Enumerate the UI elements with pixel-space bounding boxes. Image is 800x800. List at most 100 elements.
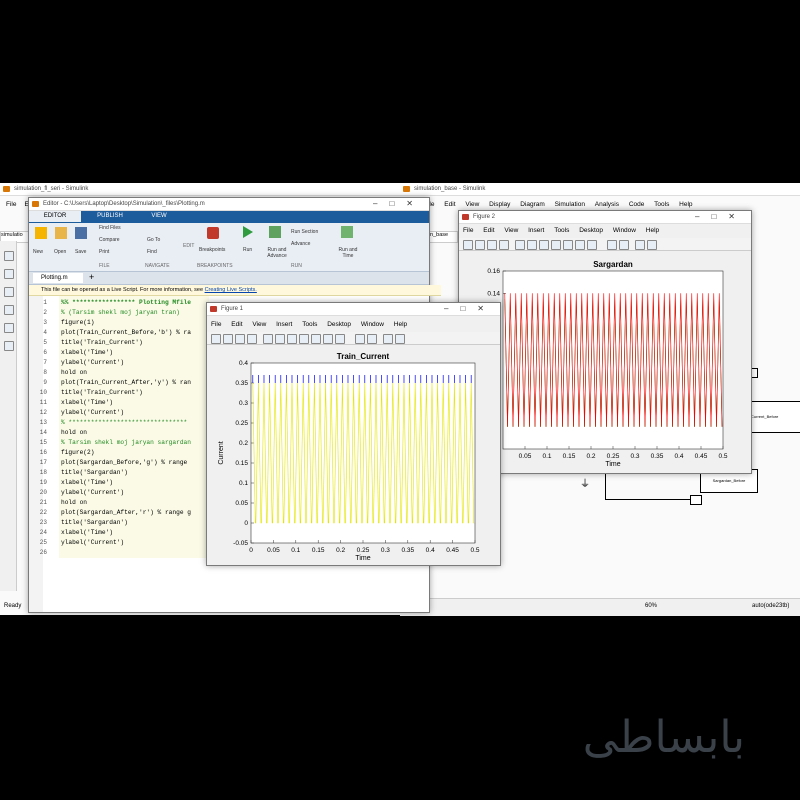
menu-help[interactable]: Help [646, 227, 659, 234]
colorbar-icon[interactable] [355, 334, 365, 344]
menu-display[interactable]: Display [489, 201, 510, 208]
chart-title: Train_Current [337, 352, 390, 361]
run-time-icon[interactable] [341, 226, 353, 238]
menu-edit[interactable]: Edit [444, 201, 455, 208]
run-time-button[interactable]: Run and Time [337, 247, 359, 259]
tab-view[interactable]: VIEW [139, 211, 179, 222]
current-before-block[interactable]: Current_Before [750, 401, 800, 433]
menu-view[interactable]: View [465, 201, 479, 208]
run-icon[interactable] [243, 226, 253, 238]
show-tools-icon[interactable] [647, 240, 657, 250]
run-advance-icon[interactable] [269, 226, 281, 238]
zoom-out-icon[interactable] [287, 334, 297, 344]
menu-window[interactable]: Window [613, 227, 636, 234]
edit-plot-icon[interactable] [515, 240, 525, 250]
info-link[interactable]: Creating Live Scripts. [205, 287, 257, 293]
x-tick-label: 0.2 [336, 547, 345, 554]
breakpoints-button[interactable]: Breakpoints [199, 247, 225, 253]
zoom-in-icon[interactable] [527, 240, 537, 250]
menu-view[interactable]: View [504, 227, 518, 234]
compare-button[interactable]: Compare [99, 237, 120, 243]
print-icon[interactable] [247, 334, 257, 344]
print-button[interactable]: Print [99, 249, 109, 255]
breakpoints-icon[interactable] [207, 227, 219, 239]
hide-tools-icon[interactable] [635, 240, 645, 250]
run-section-button[interactable]: Run Section [291, 229, 318, 235]
editor-icon [32, 201, 39, 207]
menu-analysis[interactable]: Analysis [595, 201, 619, 208]
menu-file[interactable]: File [211, 321, 221, 328]
menu-insert[interactable]: Insert [276, 321, 292, 328]
print-icon[interactable] [499, 240, 509, 250]
new-button[interactable]: New [33, 249, 43, 255]
menu-view[interactable]: View [252, 321, 266, 328]
menu-file[interactable]: File [6, 201, 16, 208]
open-button[interactable]: Open [54, 249, 66, 255]
legend-icon[interactable] [619, 240, 629, 250]
pan-icon[interactable] [551, 240, 561, 250]
find-files-button[interactable]: Find Files [99, 225, 121, 231]
data-cursor-icon[interactable] [575, 240, 585, 250]
menu-window[interactable]: Window [361, 321, 384, 328]
run-button[interactable]: Run [243, 247, 252, 253]
find-button[interactable]: Find [147, 249, 157, 255]
fit-icon[interactable] [4, 269, 14, 279]
tab-editor[interactable]: EDITOR [29, 211, 81, 222]
menu-help[interactable]: Help [679, 201, 692, 208]
hide-tools-icon[interactable] [383, 334, 393, 344]
menu-desktop[interactable]: Desktop [579, 227, 603, 234]
scope-block[interactable] [690, 495, 702, 505]
save-icon[interactable] [75, 227, 87, 239]
edit-plot-icon[interactable] [263, 334, 273, 344]
menu-insert[interactable]: Insert [528, 227, 544, 234]
open-icon[interactable] [55, 227, 67, 239]
menu-simulation[interactable]: Simulation [555, 201, 585, 208]
menu-tools[interactable]: Tools [302, 321, 317, 328]
add-tab-button[interactable]: + [89, 272, 94, 282]
menu-edit[interactable]: Edit [483, 227, 494, 234]
new-figure-icon[interactable] [463, 240, 473, 250]
menu-edit[interactable]: Edit [231, 321, 242, 328]
open-file-icon[interactable] [475, 240, 485, 250]
annotation-icon[interactable] [4, 305, 14, 315]
run-advance-button[interactable]: Run and Advance [265, 247, 289, 259]
menu-desktop[interactable]: Desktop [327, 321, 351, 328]
menu-diagram[interactable]: Diagram [520, 201, 545, 208]
zoom-in-icon[interactable] [275, 334, 285, 344]
zoom-icon[interactable] [4, 251, 14, 261]
menu-tools[interactable]: Tools [554, 227, 569, 234]
legend-icon[interactable] [367, 334, 377, 344]
menu-file[interactable]: File [463, 227, 473, 234]
goto-button[interactable]: Go To [147, 237, 160, 243]
menu-code[interactable]: Code [629, 201, 645, 208]
new-figure-icon[interactable] [211, 334, 221, 344]
screen: simulation_fl_seri - Simulink FileEdi si… [0, 0, 800, 800]
open-file-icon[interactable] [223, 334, 233, 344]
zoom-out-icon[interactable] [539, 240, 549, 250]
new-icon[interactable] [35, 227, 47, 239]
show-tools-icon[interactable] [395, 334, 405, 344]
pan-icon[interactable] [299, 334, 309, 344]
rotate-icon[interactable] [563, 240, 573, 250]
area-icon[interactable] [4, 341, 14, 351]
code-line: xlabel('Time') [61, 399, 113, 406]
image-icon[interactable] [4, 323, 14, 333]
simulink-right-tab[interactable]: on_base [426, 231, 458, 243]
colorbar-icon[interactable] [607, 240, 617, 250]
file-tab-plotting[interactable]: Plotting.m [33, 273, 83, 283]
advance-button[interactable]: Advance [291, 241, 310, 247]
save-figure-icon[interactable] [235, 334, 245, 344]
window-controls[interactable]: –□✕ [373, 198, 425, 210]
save-figure-icon[interactable] [487, 240, 497, 250]
arrow-icon[interactable] [4, 287, 14, 297]
window-controls[interactable]: –□✕ [695, 211, 747, 223]
data-cursor-icon[interactable] [323, 334, 333, 344]
rotate-icon[interactable] [311, 334, 321, 344]
menu-tools[interactable]: Tools [654, 201, 669, 208]
brush-icon[interactable] [587, 240, 597, 250]
window-controls[interactable]: –□✕ [444, 303, 496, 315]
menu-help[interactable]: Help [394, 321, 407, 328]
brush-icon[interactable] [335, 334, 345, 344]
save-button[interactable]: Save [75, 249, 86, 255]
tab-publish[interactable]: PUBLISH [85, 211, 135, 222]
